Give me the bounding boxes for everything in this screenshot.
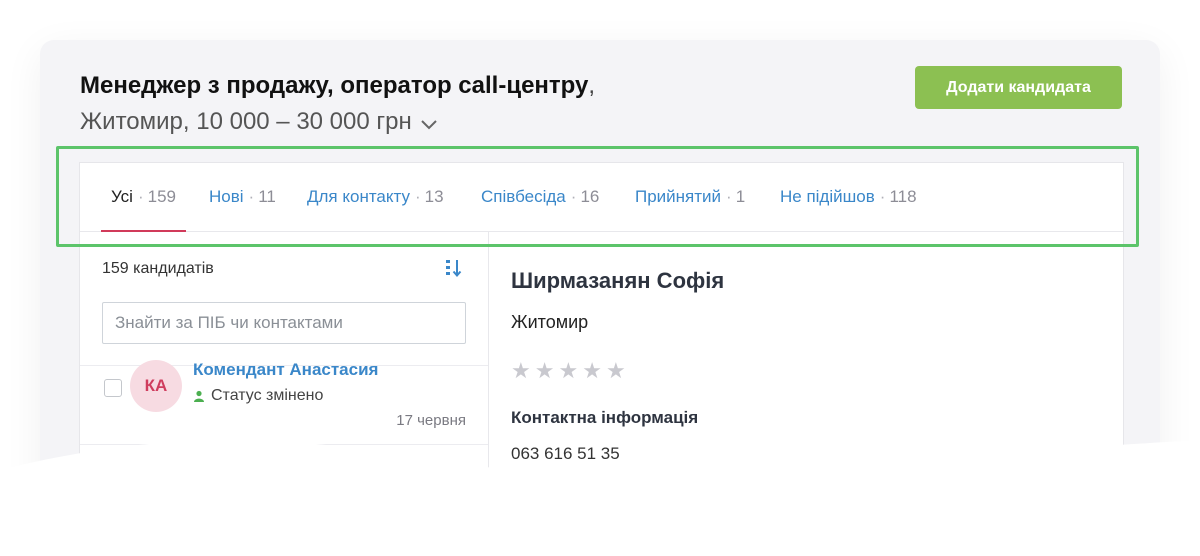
torn-edge-fade [0, 440, 1200, 556]
tab-count: 13 [424, 187, 444, 206]
tab-separator: · [415, 187, 421, 206]
detail-candidate-city: Житомир [511, 312, 589, 332]
tab-separator: · [570, 187, 577, 206]
chevron-down-icon [421, 120, 437, 130]
rating-stars: ★ ★ ★ ★ ★ [511, 358, 626, 384]
detail-candidate-name: Ширмазанян Софія [511, 268, 725, 293]
vacancy-subtitle: Житомир, 10 000 – 30 000 грн [80, 108, 412, 135]
tab-not-suitable[interactable]: Не підійшов · 118 [780, 163, 917, 231]
tab-label: Не підійшов [780, 187, 875, 206]
search-input[interactable] [102, 302, 466, 344]
tab-count: 159 [147, 187, 176, 206]
star-icon[interactable]: ★ [606, 358, 626, 384]
tab-interview[interactable]: Співбесіда · 16 [481, 163, 599, 231]
star-icon[interactable]: ★ [558, 358, 578, 384]
status-tabs: Усі · 159 Нові · 11 Для контакту · 13 Сп… [80, 163, 1123, 232]
tab-count: 118 [889, 187, 917, 206]
tab-accepted[interactable]: Прийнятий · 1 [635, 163, 745, 231]
tab-label: Нові [209, 187, 244, 206]
tab-new[interactable]: Нові · 11 [209, 163, 276, 231]
tab-label: Співбесіда [481, 187, 566, 206]
sort-icon[interactable] [444, 258, 464, 283]
candidates-count: 159 кандидатів [102, 260, 214, 277]
tab-count: 1 [735, 187, 746, 206]
tab-separator: · [248, 187, 255, 206]
tab-label: Усі [111, 187, 133, 206]
vacancy-title-text: Менеджер з продажу, оператор call-центру [80, 72, 589, 99]
tab-to-contact[interactable]: Для контакту · 13 [307, 163, 444, 231]
vacancy-subtitle-toggle[interactable]: Житомир, 10 000 – 30 000 грн [80, 108, 438, 136]
tab-separator: · [137, 187, 144, 206]
star-icon[interactable]: ★ [511, 358, 531, 384]
tab-label: Прийнятий [635, 187, 722, 206]
tab-separator: · [879, 187, 886, 206]
star-icon[interactable]: ★ [535, 358, 555, 384]
star-icon[interactable]: ★ [582, 358, 602, 384]
tab-separator: · [726, 187, 732, 206]
add-candidate-button[interactable]: Додати кандидата [915, 66, 1122, 109]
tab-count: 11 [258, 187, 276, 206]
candidate-name[interactable]: Комендант Анастасия [193, 360, 378, 380]
vacancy-title: Менеджер з продажу, оператор call-центру… [80, 72, 595, 100]
tab-count: 16 [580, 187, 600, 206]
tab-all[interactable]: Усі · 159 [101, 163, 186, 232]
tab-label: Для контакту [307, 187, 410, 206]
vacancy-title-comma: , [588, 72, 596, 99]
candidate-checkbox[interactable] [104, 379, 122, 397]
